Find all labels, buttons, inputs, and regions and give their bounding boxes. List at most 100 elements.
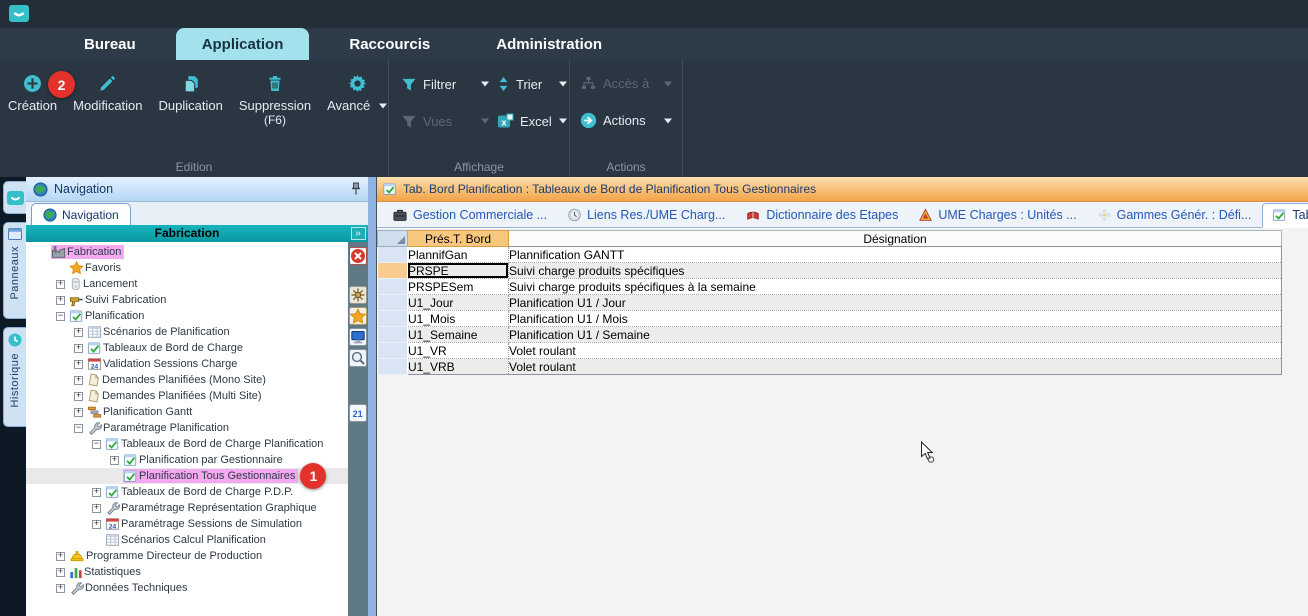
row-selector[interactable] <box>378 295 408 311</box>
ribbon-tab-raccourcis[interactable]: Raccourcis <box>323 28 456 60</box>
sort21-button[interactable]: 21 <box>349 404 367 422</box>
vues-button[interactable]: Vues <box>401 113 497 129</box>
cell-designation[interactable]: Plannification GANTT <box>509 247 1282 263</box>
cell-designation[interactable]: Suivi charge produits spécifiques à la s… <box>509 279 1282 295</box>
tree-item-parametrage-sessions-de-simulation[interactable]: +24Paramétrage Sessions de Simulation <box>26 516 348 532</box>
dropdown-caret-icon[interactable] <box>481 81 489 87</box>
tree-item-scenarios-calcul-planification[interactable]: Scénarios Calcul Planification <box>26 532 348 548</box>
expand-toggle[interactable]: + <box>74 376 83 385</box>
column-header-designation[interactable]: Désignation <box>509 231 1282 247</box>
tree-item-parametrage-representation-graphique[interactable]: +Paramétrage Représentation Graphique <box>26 500 348 516</box>
row-selector[interactable] <box>378 247 408 263</box>
expand-toggle[interactable]: + <box>56 296 65 305</box>
cell-designation[interactable]: Suivi charge produits spécifiques <box>509 263 1282 279</box>
document-tab-gammes-gener-defi[interactable]: Gammes Génér. : Défi... <box>1088 204 1261 227</box>
expand-toggle[interactable]: + <box>56 280 65 289</box>
cell-pres-t-bord[interactable]: U1_VR <box>408 343 509 359</box>
tree-item-fabrication[interactable]: Fabrication <box>26 244 348 260</box>
search-button[interactable] <box>349 349 367 367</box>
cell-designation[interactable]: Planification U1 / Mois <box>509 311 1282 327</box>
cell-pres-t-bord[interactable]: U1_Jour <box>408 295 509 311</box>
expand-toggle[interactable]: + <box>74 344 83 353</box>
document-tab-gestion-commerciale[interactable]: Gestion Commerciale ... <box>383 204 556 227</box>
expand-toggle[interactable]: + <box>56 584 65 593</box>
dropdown-caret-icon[interactable] <box>559 81 567 87</box>
tree-item-tableaux-de-bord-de-charge-p-d-p[interactable]: +Tableaux de Bord de Charge P.D.P. <box>26 484 348 500</box>
cell-pres-t-bord[interactable]: PRSPE <box>408 263 509 279</box>
document-tab-dictionnaire-des-etapes[interactable]: Dictionnaire des Etapes <box>736 204 907 227</box>
tree-item-planification-gantt[interactable]: +Planification Gantt <box>26 404 348 420</box>
pin-icon[interactable] <box>351 182 361 196</box>
duplication-button[interactable]: Duplication <box>159 72 223 113</box>
panel-tab-panneaux[interactable]: Panneaux <box>3 222 26 319</box>
ribbon-tab-application[interactable]: Application <box>176 28 310 60</box>
select-all-corner[interactable] <box>378 231 408 247</box>
document-tab-ume-charges-unites[interactable]: UME Charges : Unités ... <box>909 204 1085 227</box>
filtrer-button[interactable]: Filtrer <box>401 76 497 92</box>
row-selector[interactable] <box>378 263 408 279</box>
dropdown-caret-icon[interactable] <box>559 118 567 124</box>
expand-toggle[interactable]: + <box>92 520 101 529</box>
cell-designation[interactable]: Volet roulant <box>509 359 1282 375</box>
avance-button[interactable]: Avancé <box>327 72 387 113</box>
tree-item-lancement[interactable]: +Lancement <box>26 276 348 292</box>
tree-item-statistiques[interactable]: +Statistiques <box>26 564 348 580</box>
collapse-panel-button[interactable]: » <box>348 225 368 242</box>
cell-pres-t-bord[interactable]: U1_VRB <box>408 359 509 375</box>
dock-minimize-tab[interactable] <box>3 181 26 214</box>
cell-designation[interactable]: Volet roulant <box>509 343 1282 359</box>
tree-item-suivi-fabrication[interactable]: +Suivi Fabrication <box>26 292 348 308</box>
collapse-toggle[interactable]: − <box>92 440 101 449</box>
row-selector[interactable] <box>378 311 408 327</box>
acces-a-button[interactable]: Accès à <box>580 76 680 91</box>
settings-button[interactable] <box>349 286 367 304</box>
document-tab-tab-bord-planificatio[interactable]: Tab. Bord Planificatio <box>1262 203 1308 228</box>
excel-button[interactable]: xExcel <box>497 113 575 129</box>
cell-designation[interactable]: Planification U1 / Jour <box>509 295 1282 311</box>
tree-item-demandes-planifiees-multi-site[interactable]: +Demandes Planifiées (Multi Site) <box>26 388 348 404</box>
tree-item-planification-tous-gestionnaires[interactable]: Planification Tous Gestionnaires1 <box>26 468 348 484</box>
row-selector[interactable] <box>378 327 408 343</box>
collapse-toggle[interactable]: − <box>74 424 83 433</box>
row-selector[interactable] <box>378 279 408 295</box>
row-selector[interactable] <box>378 359 408 375</box>
ribbon-tab-administration[interactable]: Administration <box>470 28 628 60</box>
tree-item-parametrage-planification[interactable]: −Paramétrage Planification <box>26 420 348 436</box>
tree-item-favoris[interactable]: Favoris <box>26 260 348 276</box>
expand-toggle[interactable]: + <box>74 408 83 417</box>
modification-button[interactable]: Modification <box>73 72 142 113</box>
tree-item-tableaux-de-bord-de-charge-planification[interactable]: −Tableaux de Bord de Charge Planificatio… <box>26 436 348 452</box>
expand-toggle[interactable]: + <box>74 392 83 401</box>
app-logo-icon[interactable] <box>9 5 29 22</box>
navigation-tab[interactable]: Navigation <box>31 203 131 225</box>
actions-button[interactable]: Actions <box>580 112 680 129</box>
tree-root-header[interactable]: Fabrication <box>26 225 348 242</box>
expand-toggle[interactable]: + <box>74 328 83 337</box>
row-selector[interactable] <box>378 343 408 359</box>
tree-item-demandes-planifiees-mono-site[interactable]: +Demandes Planifiées (Mono Site) <box>26 372 348 388</box>
tree-item-planification-par-gestionnaire[interactable]: +Planification par Gestionnaire <box>26 452 348 468</box>
cell-pres-t-bord[interactable]: U1_Semaine <box>408 327 509 343</box>
dropdown-caret-icon[interactable] <box>664 118 672 124</box>
expand-toggle[interactable]: + <box>56 552 65 561</box>
close-button[interactable] <box>349 247 367 265</box>
trier-button[interactable]: Trier <box>497 76 575 92</box>
ribbon-tab-bureau[interactable]: Bureau <box>58 28 162 60</box>
tree-item-donnees-techniques[interactable]: +Données Techniques <box>26 580 348 596</box>
collapse-toggle[interactable]: − <box>56 312 65 321</box>
cell-pres-t-bord[interactable]: PlannifGan <box>408 247 509 263</box>
cell-designation[interactable]: Planification U1 / Semaine <box>509 327 1282 343</box>
expand-toggle[interactable]: + <box>56 568 65 577</box>
suppression-button[interactable]: Suppression(F6) <box>239 72 311 127</box>
tree-item-tableaux-de-bord-de-charge[interactable]: +Tableaux de Bord de Charge <box>26 340 348 356</box>
tree-item-scenarios-de-planification[interactable]: +Scénarios de Planification <box>26 324 348 340</box>
splitter[interactable] <box>368 177 377 616</box>
panel-tab-historique[interactable]: Historique <box>3 327 26 427</box>
cell-pres-t-bord[interactable]: U1_Mois <box>408 311 509 327</box>
column-header-pres-t-bord[interactable]: Prés.T. Bord <box>408 231 509 247</box>
expand-toggle[interactable]: + <box>92 488 101 497</box>
monitor-button[interactable] <box>349 328 367 346</box>
dropdown-caret-icon[interactable] <box>379 103 387 109</box>
expand-toggle[interactable]: + <box>110 456 119 465</box>
expand-toggle[interactable]: + <box>74 360 83 369</box>
